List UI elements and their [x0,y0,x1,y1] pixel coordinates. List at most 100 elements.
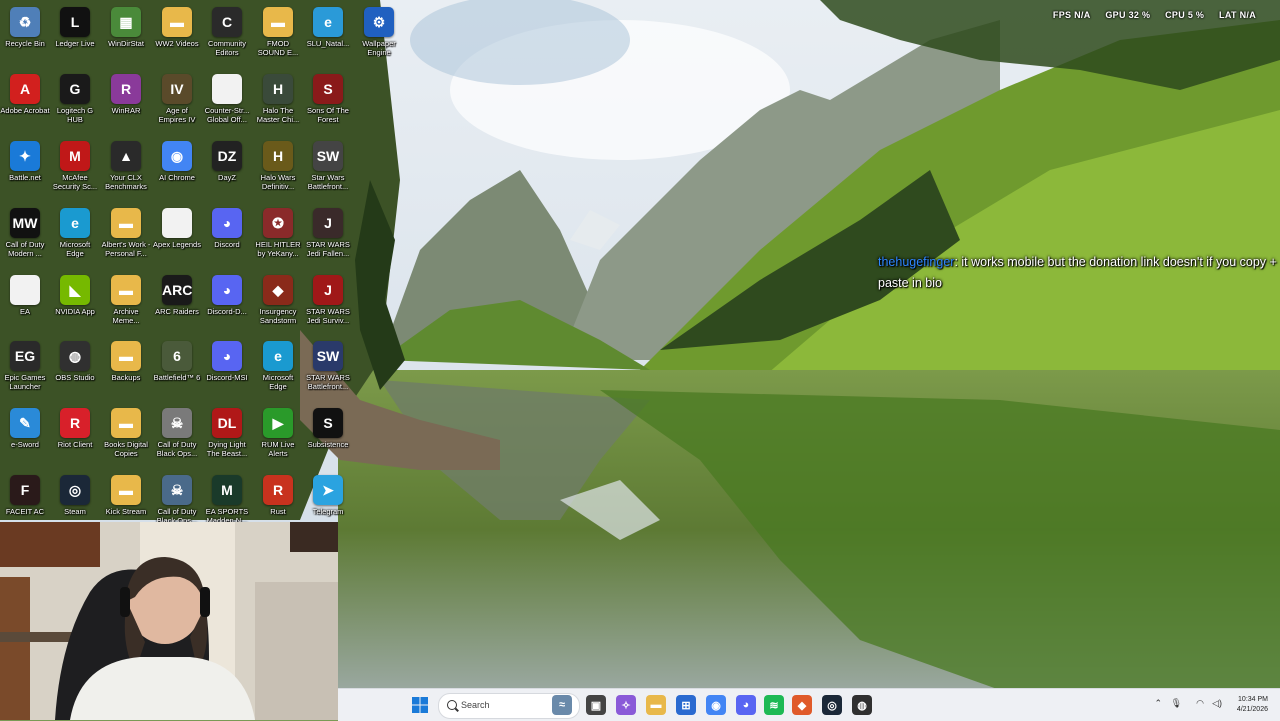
desktop-icon[interactable]: M McAfee Security Sc... [50,138,100,202]
volume-icon[interactable]: ◁) [1212,698,1222,709]
desktop-icon[interactable]: e Microsoft Edge [253,338,303,402]
desktop-icon[interactable]: e Microsoft Edge [50,205,100,269]
start-button[interactable] [410,695,430,715]
desktop-icon[interactable]: ⚙ Wallpaper Engine [354,4,404,68]
desktop-icon[interactable]: ✪ HEIL HITLER by YeKany... [253,205,303,269]
system-clock[interactable]: 10:34 PM 4/21/2026 [1237,695,1268,715]
taskbar-obs-button[interactable]: ◍ [852,695,872,715]
desktop-icon[interactable]: S Subsistence [303,405,353,469]
desktop-icon[interactable]: ▬ Archive Meme... [101,272,151,336]
desktop-icon[interactable]: ▶ RUM Live Alerts [253,405,303,469]
windirstat-icon: ▦ [111,7,141,37]
cod-mw-icon: MW [10,208,40,238]
fps-stat: FPS N/A [1053,10,1091,20]
desktop-icon-label: Call of Duty Modern ... [5,240,45,258]
desktop-icon[interactable]: A Adobe Acrobat [0,71,50,135]
desktop-icon[interactable]: R WinRAR [101,71,151,135]
desktop-icon-label: Your CLX Benchmarks [105,173,147,191]
clock-date: 4/21/2026 [1236,706,1268,713]
desktop-icon-label: Adobe Acrobat [0,106,50,115]
taskbar-spotify-button[interactable]: ≋ [764,695,784,715]
swjf-icon: J [313,208,343,238]
desktop-icon[interactable]: ◕ Discord-D... [202,272,252,336]
desktop-icon[interactable]: IV Age of Empires IV [152,71,202,135]
desktop-icon[interactable]: H Halo Wars Definitiv... [253,138,303,202]
taskbar-chrome-button[interactable]: ◉ [706,695,726,715]
desktop-icon[interactable]: MW Call of Duty Modern ... [0,205,50,269]
task-view-icon: ▣ [590,699,602,712]
desktop-icon-label: Archive Meme... [112,307,140,325]
desktop-icon[interactable]: ◕ Discord-MSI [202,338,252,402]
desktop-icon[interactable]: ARC ARC Raiders [152,272,202,336]
sotf-icon: S [313,74,343,104]
desktop-icon[interactable]: SW Star Wars Battlefront... [303,138,353,202]
desktop-icon[interactable]: Counter-Str... Global Off... [202,71,252,135]
taskbar-steam-button[interactable]: ◎ [822,695,842,715]
desktop-icon[interactable]: DZ DayZ [202,138,252,202]
desktop-icon[interactable]: ▬ Albert's Work - Personal F... [101,205,151,269]
desktop-icon[interactable]: ▬ Backups [101,338,151,402]
desktop-icon[interactable]: e SLU_Natal... [303,4,353,68]
desktop-icon[interactable]: ▬ FMOD SOUND E... [253,4,303,68]
desktop-icon[interactable]: 6 Battlefield™ 6 [152,338,202,402]
desktop-icon-label: Microsoft Edge [59,240,91,258]
desktop-icon-label: Sons Of The Forest [307,106,349,124]
desktop-icon[interactable]: H Halo The Master Chi... [253,71,303,135]
desktop-icon[interactable]: ◍ OBS Studio [50,338,100,402]
desktop-icon-label: Star Wars Battlefront... [307,173,349,191]
desktop-icon-label: Dying Light The Beast... [206,440,248,458]
taskbar-file-explorer-button[interactable]: ▬ [646,695,666,715]
clx-icon: ▲ [111,141,141,171]
desktop-icon[interactable]: ◣ NVIDIA App [50,272,100,336]
desktop-icon-label: Counter-Str... Global Off... [204,106,250,124]
desktop-icon[interactable]: G Logitech G HUB [50,71,100,135]
aoe-icon: IV [162,74,192,104]
desktop-icon-label: Ledger Live [55,39,95,48]
desktop-icon-label: SLU_Natal... [306,39,350,48]
desktop-icon[interactable]: L Ledger Live [50,4,100,68]
desktop-icon-label: Apex Legends [153,240,201,249]
faceit-icon: F [10,475,40,505]
desktop-icon[interactable]: Apex Legends [152,205,202,269]
desktop-icon[interactable]: ✦ Battle.net [0,138,50,202]
desktop-icon[interactable]: ◉ AI Chrome [152,138,202,202]
desktop-icon[interactable]: ▦ WinDirStat [101,4,151,68]
desktop-icon[interactable]: ▬ Books Digital Copies [101,405,151,469]
desktop-icon[interactable]: EA [0,272,50,336]
desktop-icon[interactable]: ☠ Call of Duty Black Ops... [152,405,202,469]
taskbar-store-button[interactable]: ⊞ [676,695,696,715]
taskbar: Search ≈ ▣ ✧ ▬ ⊞ ◉ ◕ ≋ ◆ ◎ ◍ ⌃ 🎙 ◠ ◁) 10:34 PM 4/2… [338,688,1280,721]
microphone-icon[interactable]: 🎙 [1171,698,1182,709]
chevron-up-icon[interactable]: ⌃ [1154,698,1162,709]
discord-icon: ◕ [742,699,750,711]
desktop-icon[interactable]: J STAR WARS Jedi Surviv... [303,272,353,336]
desktop-icon[interactable]: ▲ Your CLX Benchmarks [101,138,151,202]
desktop-icon[interactable]: ✎ e-Sword [0,405,50,469]
desktop-icon[interactable]: DL Dying Light The Beast... [202,405,252,469]
desktop-icon[interactable]: EG Epic Games Launcher [0,338,50,402]
desktop-icon[interactable]: J STAR WARS Jedi Fallen... [303,205,353,269]
edge-icon: e [313,7,343,37]
desktop-icon[interactable]: SW STAR WARS Battlefront... [303,338,353,402]
desktop-icon[interactable]: S Sons Of The Forest [303,71,353,135]
folder-icon: ▬ [111,341,141,371]
desktop-icon[interactable]: ♻ Recycle Bin [0,4,50,68]
desktop-icon-label: Subsistence [307,440,349,449]
desktop-icon-label: DayZ [218,173,236,182]
taskbar-task-view-button[interactable]: ▣ [586,695,606,715]
desktop-icon[interactable]: ◆ Insurgency Sandstorm [253,272,303,336]
desktop-icon[interactable]: R Riot Client [50,405,100,469]
taskbar-copilot-button[interactable]: ✧ [616,695,636,715]
swjs-icon: J [313,275,343,305]
desktop-icon-label: ARC Raiders [155,307,199,316]
madden-icon: M [212,475,242,505]
taskbar-discord-button[interactable]: ◕ [736,695,756,715]
steam-icon: ◎ [827,699,837,712]
taskbar-app-button[interactable]: ◆ [792,695,812,715]
desktop-icon[interactable]: ◕ Discord [202,205,252,269]
gpu-stat: GPU 32 % [1105,10,1150,20]
desktop-icon[interactable]: ▬ WW2 Videos [152,4,202,68]
desktop-icon[interactable]: C Community Editors [202,4,252,68]
wifi-icon[interactable]: ◠ [1196,698,1204,709]
taskbar-widgets-button[interactable]: ≈ [552,695,572,715]
